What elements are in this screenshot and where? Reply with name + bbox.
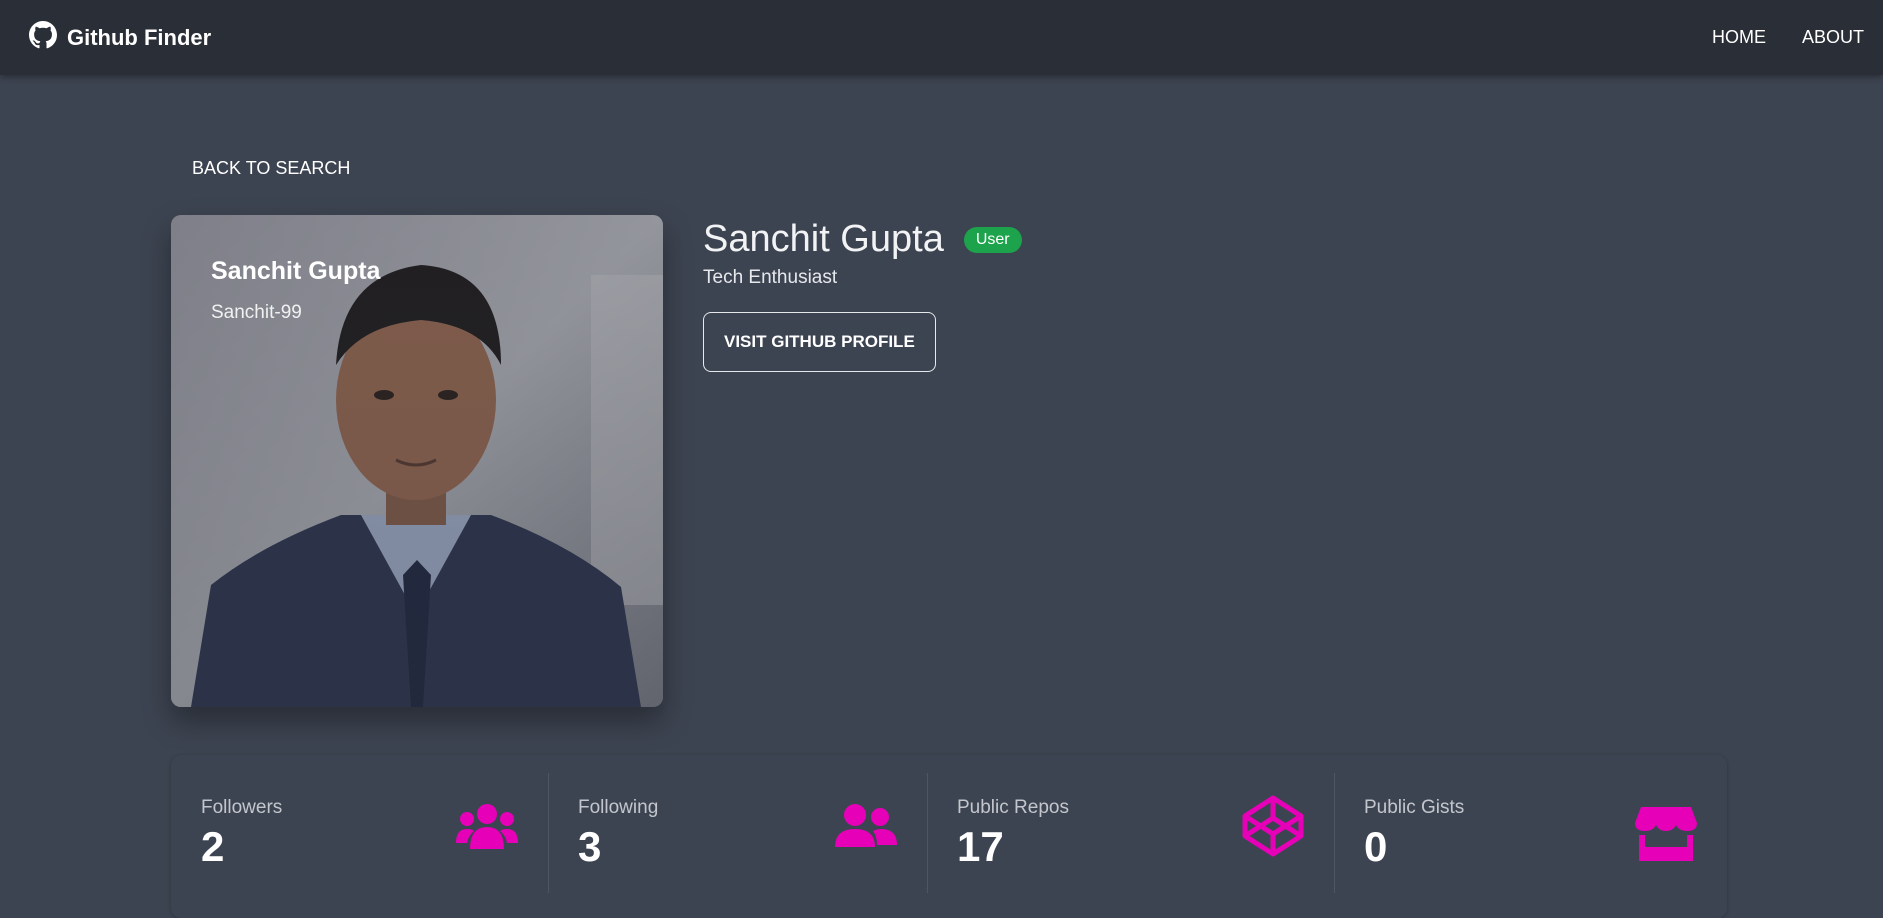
card-login: Sanchit-99 <box>211 302 302 323</box>
stat-followers: Followers 2 <box>171 755 548 918</box>
user-type-badge: User <box>963 226 1022 253</box>
stat-public-gists: Public Gists 0 <box>1334 755 1727 918</box>
stat-following: Following 3 <box>548 755 927 918</box>
stat-public-repos: Public Repos 17 <box>927 755 1334 918</box>
brand-name: Github Finder <box>67 24 212 50</box>
stats-panel: Followers 2 Following 3 Public Repos 17 … <box>171 755 1727 918</box>
name-row: Sanchit Gupta User <box>703 218 1022 261</box>
back-to-search-button[interactable]: Back to search <box>176 150 366 187</box>
card-overlay: Sanchit Gupta Sanchit-99 <box>211 257 380 324</box>
profile-info: Sanchit Gupta User Tech Enthusiast Visit… <box>703 218 1022 372</box>
visit-github-profile-button[interactable]: Visit Github Profile <box>703 312 936 372</box>
profile-name: Sanchit Gupta <box>703 218 944 260</box>
profile-bio: Tech Enthusiast <box>703 267 838 288</box>
avatar-card: Sanchit Gupta Sanchit-99 <box>171 215 663 707</box>
nav-link-home[interactable]: Home <box>1702 19 1776 56</box>
store-icon <box>1635 807 1697 866</box>
codepen-icon <box>1242 795 1304 862</box>
users-icon <box>456 803 518 854</box>
brand[interactable]: Github Finder <box>29 21 211 54</box>
user-friends-icon <box>835 803 897 854</box>
nav-links: Home About <box>1702 19 1874 56</box>
nav-link-about[interactable]: About <box>1792 19 1874 56</box>
navbar: Github Finder Home About <box>0 0 1883 75</box>
github-icon <box>29 21 57 54</box>
card-name: Sanchit Gupta <box>211 257 381 285</box>
